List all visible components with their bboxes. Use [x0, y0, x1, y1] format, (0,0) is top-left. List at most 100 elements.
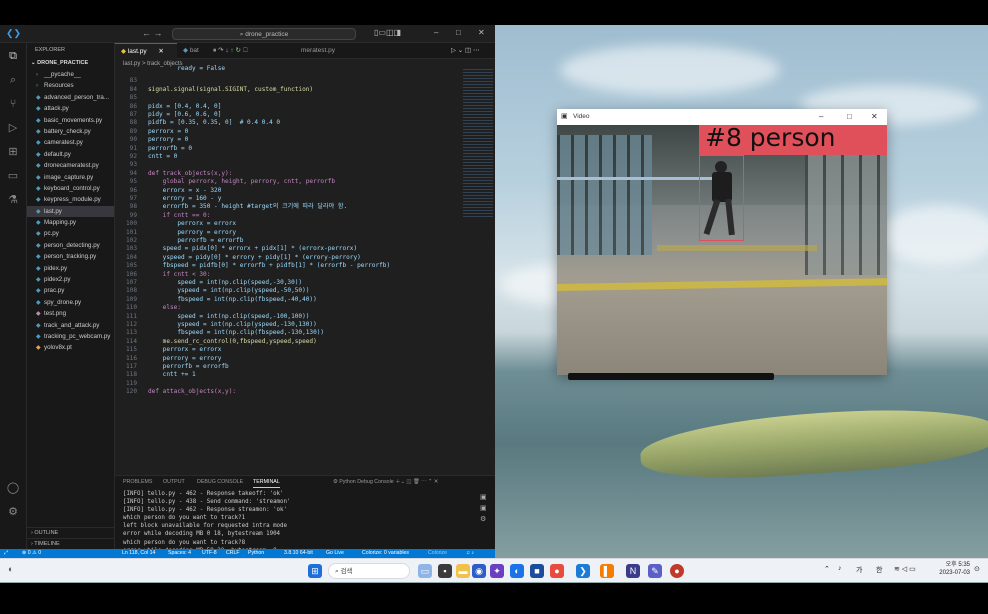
nav-arrows[interactable]: ← → [142, 28, 163, 38]
status-interpreter[interactable]: 3.8.10 64-bit [284, 549, 313, 558]
step-into-icon[interactable]: ↓ [225, 47, 228, 54]
remote-icon[interactable]: ▭ [6, 169, 20, 183]
layout-icon[interactable]: ▯▭◫◨ [374, 28, 401, 37]
teams-icon[interactable]: ✦ [490, 564, 504, 578]
file-item[interactable]: ◆ battery_check.py [27, 126, 114, 137]
status-language[interactable]: Python [248, 549, 264, 558]
record-icon[interactable]: ● [670, 564, 684, 578]
status-colorize[interactable]: Colorize: 0 variables [362, 549, 409, 558]
onenote-icon[interactable]: N [626, 564, 640, 578]
store-icon[interactable]: ■ [530, 564, 544, 578]
tab-last-py[interactable]: ◆ last.py ✕ [115, 43, 177, 59]
widgets-icon[interactable]: ◐ [8, 564, 13, 574]
testing-icon[interactable]: ⚗ [6, 193, 20, 207]
tray-chevron-icon[interactable]: ⌃ [824, 565, 830, 573]
clock[interactable]: 오후 5:35 2023-07-03 [936, 561, 970, 577]
terminal-side-icons[interactable]: ▣ ▣ ⚙ [480, 492, 487, 525]
file-item[interactable]: ◆ cameratest.py [27, 137, 114, 148]
ime-korean-2[interactable]: 한 [876, 565, 882, 575]
extensions-icon[interactable]: ⊞ [6, 145, 20, 159]
file-item[interactable]: ◆ tracking_pc_webcam.py [27, 331, 114, 342]
ime-korean-1[interactable]: 가 [856, 565, 862, 575]
terminal-app-icon[interactable]: ▪ [438, 564, 452, 578]
file-item[interactable]: ◆ basic_movements.py [27, 115, 114, 126]
settings-gear-icon[interactable]: ⚙ [6, 505, 20, 519]
account-icon[interactable]: ◯ [6, 481, 20, 495]
file-item[interactable]: ◆ pidex.py [27, 263, 114, 274]
video-maximize-icon[interactable]: □ [847, 109, 852, 125]
start-icon[interactable]: ⊞ [308, 564, 322, 578]
debug-console-select[interactable]: ⚙ Python Debug Console ＋⌄ ◫ 🗑 ⋯ ⌃ ✕ [333, 476, 438, 488]
editor-actions[interactable]: ▷ ⌄ ◫ ⋯ [445, 43, 495, 59]
restart-icon[interactable]: ↻ [235, 47, 240, 54]
wifi-volume-battery-icon[interactable]: ≋ ◁ ▭ [894, 565, 916, 573]
close-icon[interactable]: ✕ [478, 28, 485, 37]
file-item[interactable]: ◆ attack.py [27, 103, 114, 114]
code-editor[interactable]: ready = False 83 84 signal.signal(signal.SI… [115, 65, 460, 475]
file-item[interactable]: ◆ pidex2.py [27, 274, 114, 285]
video-minimize-icon[interactable]: – [819, 109, 823, 125]
file-item[interactable]: ◆ last.py [27, 205, 114, 218]
task-view-icon[interactable]: ▭ [418, 564, 432, 578]
step-over-icon[interactable]: ↷ [218, 47, 223, 54]
step-out-icon[interactable]: ↑ [230, 47, 233, 54]
file-item[interactable]: ◆ dronecameratest.py [27, 160, 114, 171]
project-folder[interactable]: ⌄ DRONE_PRACTICE [27, 57, 114, 69]
file-explorer-icon[interactable]: ▬ [456, 564, 470, 578]
file-item[interactable]: › __pycache__ [27, 69, 114, 80]
app-icon[interactable]: ✎ [648, 564, 662, 578]
vscode-taskbar-icon[interactable]: ❯ [576, 564, 590, 578]
notification-icon[interactable]: ⊙ [974, 565, 980, 573]
tab-problems[interactable]: PROBLEMS [123, 476, 152, 488]
pause-icon[interactable]: ⏸ [213, 47, 216, 54]
file-item[interactable]: ◆ image_capture.py [27, 172, 114, 183]
status-position[interactable]: Ln 118, Col 14 [122, 549, 155, 558]
minimap[interactable] [463, 69, 493, 219]
file-item[interactable]: ◆ track_and_attack.py [27, 320, 114, 331]
close-tab-icon[interactable]: ✕ [158, 48, 163, 55]
chrome-icon[interactable]: ● [550, 564, 564, 578]
explorer-icon[interactable]: ⧉ [6, 49, 20, 63]
remote-indicator-icon[interactable]: ⤢ [4, 549, 8, 558]
zoom-app-icon[interactable]: ◉ [472, 564, 486, 578]
status-eol[interactable]: CRLF [226, 549, 240, 558]
minimize-icon[interactable]: – [434, 28, 438, 37]
file-item[interactable]: ◆ prac.py [27, 285, 114, 296]
status-errors[interactable]: ⊗ 0 ⚠ 0 [22, 549, 41, 558]
file-item[interactable]: ◆ default.py [27, 149, 114, 160]
video-close-icon[interactable]: ✕ [871, 109, 878, 125]
file-item[interactable]: ◆ spy_drone.py [27, 297, 114, 308]
file-item[interactable]: ◆ keyboard_control.py [27, 183, 114, 194]
debug-toolbar[interactable]: ⏸ ↷ ↓ ↑ ↻ ▢ [207, 43, 297, 59]
tab-terminal[interactable]: TERMINAL [253, 476, 280, 488]
status-colorize2[interactable]: Colorize [428, 549, 447, 558]
tab-cameratest[interactable]: meratest.py [295, 43, 365, 59]
pycharm-icon[interactable]: ▌ [600, 564, 614, 578]
bell-icon[interactable]: ♫ ♪ [466, 549, 474, 558]
source-control-icon[interactable]: ⑂ [6, 97, 20, 111]
file-item[interactable]: ◆ test.png [27, 308, 114, 319]
search-icon[interactable]: ⌕ [6, 73, 20, 87]
file-item[interactable]: ◆ Mapping.py [27, 217, 114, 228]
taskbar-search[interactable]: ⌕ 검색 [328, 563, 410, 579]
edge-icon[interactable]: ◐ [510, 564, 524, 578]
maximize-icon[interactable]: □ [456, 28, 461, 37]
status-spaces[interactable]: Spaces: 4 [168, 549, 191, 558]
timeline-section[interactable]: › TIMELINE [27, 538, 115, 549]
command-center-search[interactable]: ⌕ drone_practice [172, 28, 356, 40]
mic-icon[interactable]: ♪ [838, 565, 842, 572]
stop-icon[interactable]: ▢ [243, 47, 248, 54]
file-item[interactable]: ◆ keypress_module.py [27, 194, 114, 205]
run-debug-icon[interactable]: ▷ [6, 121, 20, 135]
status-encoding[interactable]: UTF-8 [202, 549, 217, 558]
file-item[interactable]: ◆ advanced_person_tra... [27, 92, 114, 103]
file-item[interactable]: ◆ yolov8x.pt [27, 342, 114, 353]
file-item[interactable]: ◆ pc.py [27, 228, 114, 239]
terminal-output[interactable]: [INFO] tello.py - 462 - Response takeoff… [123, 490, 473, 558]
tab-bat[interactable]: ◆ bat [177, 43, 207, 59]
file-item[interactable]: ◆ person_tracking.py [27, 251, 114, 262]
tab-output[interactable]: OUTPUT [163, 476, 185, 488]
file-item[interactable]: ◆ person_detecting.py [27, 240, 114, 251]
tab-debug-console[interactable]: DEBUG CONSOLE [197, 476, 243, 488]
status-golive[interactable]: Go Live [326, 549, 344, 558]
